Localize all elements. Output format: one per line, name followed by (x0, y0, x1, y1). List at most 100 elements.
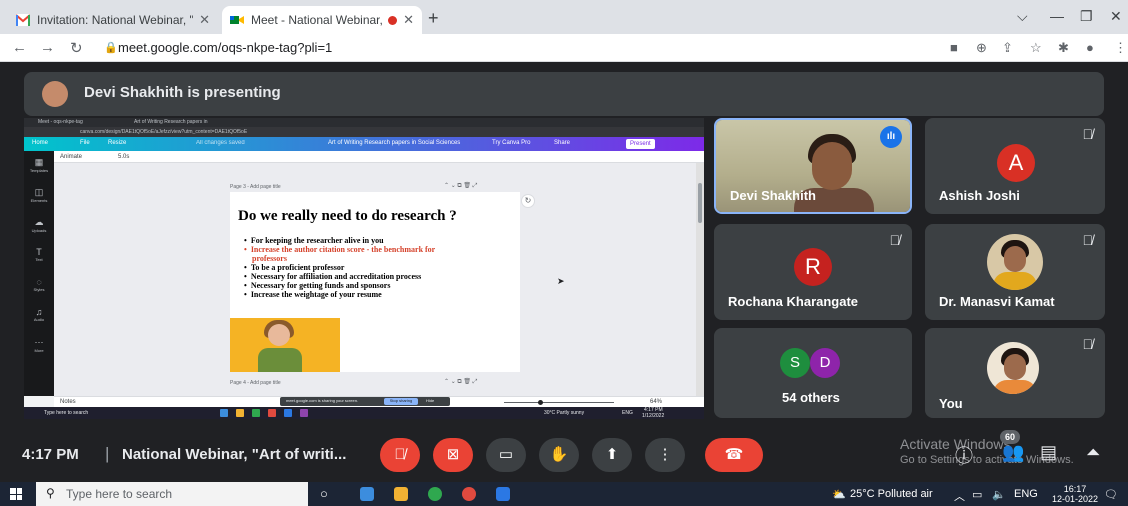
presenter-avatar (42, 81, 68, 107)
canva-resize: Resize (108, 140, 127, 146)
close-tab-icon[interactable]: ✕ (403, 12, 414, 28)
back-icon[interactable]: ← (12, 39, 27, 56)
screen-share-bar: meet.google.com is sharing your screen. … (280, 397, 450, 406)
canva-side-item: ☁ Uploads (31, 217, 47, 233)
slide: Do we really need to do research ? For k… (230, 192, 520, 372)
slide-bullet: To be a proficient professor (244, 263, 435, 272)
canva-doc-title: Art of Writing Research papers in Social… (328, 140, 461, 146)
shared-taskbar-search: Type here to search (44, 410, 89, 416)
zoom-slider-handle (538, 400, 543, 405)
extensions-icon[interactable]: ✱ (1058, 40, 1069, 56)
search-icon: ⚲ (46, 486, 55, 500)
speaking-indicator-icon: ılı (880, 126, 902, 148)
end-call-icon: ☎ (724, 446, 744, 463)
taskbar-clock[interactable]: 16:17 12-01-2022 (1052, 484, 1098, 504)
language-indicator[interactable]: ENG (1014, 488, 1038, 500)
canva-animate: Animate (60, 154, 83, 160)
edge-icon[interactable] (428, 487, 442, 501)
word-icon[interactable] (496, 487, 510, 501)
chrome-icon[interactable] (462, 487, 476, 501)
meeting-title: National Webinar, "Art of writi... (122, 446, 347, 463)
people-icon[interactable]: 👥 (1002, 442, 1024, 463)
canva-present-button: Present (626, 139, 655, 149)
participant-tile-manasvi[interactable]: 🎙̸ Dr. Manasvi Kamat (925, 224, 1105, 320)
presenting-text: Devi Shakhith is presenting (84, 84, 281, 101)
shared-tab: Art of Writing Research papers in (134, 119, 208, 125)
tray-chevron-icon[interactable]: ︿ (954, 488, 965, 504)
meet-stage: Devi Shakhith is presenting Meet - oqs-n… (0, 62, 1128, 482)
lock-icon[interactable]: 🔒 (104, 41, 118, 54)
participant-tile-you[interactable]: 🎙̸ You (925, 328, 1105, 418)
forward-icon[interactable]: → (40, 39, 55, 56)
paint-icon[interactable] (394, 487, 408, 501)
slide-bullet: professors (252, 254, 287, 263)
minimize-icon[interactable]: — (1050, 8, 1064, 24)
browser-menu-icon[interactable]: ⋮ (1114, 40, 1127, 56)
task-view-icon[interactable]: ○ (320, 486, 328, 501)
profile-avatar[interactable]: ● (1086, 40, 1094, 55)
windows-taskbar: ⚲ Type here to search ○ ⛅ 25°C Polluted … (0, 482, 1128, 506)
participant-initial-avatar: R (794, 248, 832, 286)
canva-notes: Notes (60, 399, 76, 405)
weather-text[interactable]: 25°C Polluted air (850, 488, 933, 500)
camera-icon[interactable]: ■ (950, 40, 958, 55)
participant-name: Ashish Joshi (939, 188, 1020, 203)
slide-bullet: Increase the author citation score - the… (244, 245, 435, 254)
participant-tile-devi[interactable]: ılı Devi Shakhith (714, 118, 912, 214)
reload-icon[interactable]: ↻ (70, 39, 83, 57)
captions-button[interactable]: ▭ (486, 438, 526, 472)
canva-toolbar: Home File Resize All changes saved Art o… (24, 137, 704, 151)
camera-off-button[interactable]: ⊠ (433, 438, 473, 472)
file-explorer-icon[interactable] (360, 487, 374, 501)
more-options-button[interactable]: ⋮ (645, 438, 685, 472)
tab-search-icon[interactable]: ⌵ (1017, 8, 1028, 25)
restore-icon[interactable]: ❐ (1080, 8, 1093, 25)
activities-icon[interactable]: ⏶ (1086, 442, 1100, 463)
taskbar-search[interactable]: ⚲ Type here to search (36, 482, 308, 506)
chat-icon[interactable]: ▤ (1040, 442, 1057, 463)
zoom-slider (504, 402, 614, 403)
info-icon[interactable]: ⓘ (955, 442, 973, 468)
canva-saved-status: All changes saved (196, 140, 245, 146)
share-page-icon[interactable]: ⇪ (1002, 40, 1013, 56)
participant-tile-others[interactable]: S D 54 others (714, 328, 912, 418)
regenerate-icon: ↻ (521, 194, 535, 208)
close-window-icon[interactable]: ✕ (1110, 8, 1122, 25)
canva-share: Share (554, 140, 571, 146)
taskbar-search-text: Type here to search (66, 487, 173, 501)
canva-file: File (80, 140, 90, 146)
meet-icon (230, 16, 244, 24)
mic-off-button[interactable]: 🎙̸ (380, 438, 420, 472)
slide-bullet: Necessary for affiliation and accreditat… (244, 272, 435, 281)
mic-off-icon: 🎙̸ (394, 446, 406, 463)
network-icon[interactable]: ▭ (972, 488, 982, 501)
tab-gmail-invitation[interactable]: Invitation: National Webinar, "Art ✕ (8, 6, 218, 34)
weather-icon[interactable]: ⛅ (832, 488, 846, 501)
canva-sidebar: ▦ Templates ◫ Elements ☁ Uploads T Text ◌ Sty… (24, 151, 54, 396)
notification-icon[interactable]: 🗨 (1104, 488, 1118, 501)
participant-name: Devi Shakhith (730, 188, 816, 203)
browser-tab-strip: Invitation: National Webinar, "Art ✕ Mee… (0, 0, 1128, 34)
bookmark-star-icon[interactable]: ☆ (1030, 40, 1042, 56)
participant-count-badge: 60 (1000, 430, 1020, 444)
meet-control-bar: 4:17 PM | National Webinar, "Art of writ… (0, 424, 1128, 482)
mouse-cursor-icon: ➤ (557, 276, 565, 286)
participant-tile-rochana[interactable]: 🎙̸ R Rochana Kharangate (714, 224, 912, 320)
shared-browser-tabs: Meet - oqs-nkpe-tag Art of Writing Resea… (24, 118, 704, 127)
address-bar[interactable]: meet.google.com/oqs-nkpe-tag?pli=1 (118, 40, 332, 55)
close-tab-icon[interactable]: ✕ (199, 12, 210, 28)
raise-hand-button[interactable]: ✋ (539, 438, 579, 472)
zoom-icon[interactable]: ⊕ (976, 40, 987, 56)
new-tab-icon[interactable]: + (428, 8, 439, 29)
participant-tile-ashish[interactable]: 🎙̸ A Ashish Joshi (925, 118, 1105, 214)
volume-icon[interactable]: 🔈 (992, 488, 1006, 501)
screen: Invitation: National Webinar, "Art ✕ Mee… (0, 0, 1128, 506)
present-button[interactable]: ⬆ (592, 438, 632, 472)
taskbar-date: 12-01-2022 (1052, 494, 1099, 504)
windows-start-icon[interactable] (10, 488, 22, 500)
slide-bullet: For keeping the researcher alive in you (244, 236, 435, 245)
tab-meet[interactable]: Meet - National Webinar, "A ✕ (222, 6, 422, 34)
gmail-icon (16, 14, 30, 26)
canva-try-pro: Try Canva Pro (492, 140, 531, 146)
leave-call-button[interactable]: ☎ (705, 438, 763, 472)
